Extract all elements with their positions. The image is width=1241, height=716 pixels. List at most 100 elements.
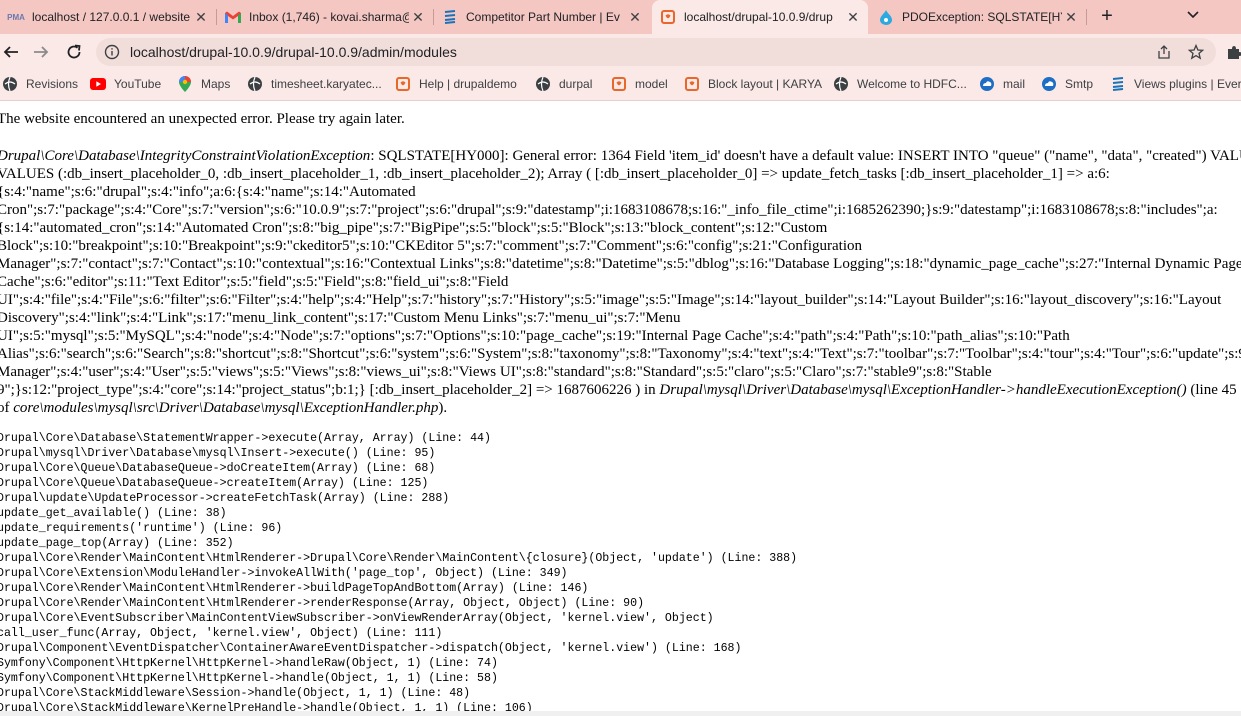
trace-line: Drupal\Core\Database\StatementWrapper->e… [0, 432, 491, 445]
exception-text: {s:14:"automated_cron";s:14:"Automated C… [0, 220, 828, 236]
cloud-mail-icon [1041, 76, 1057, 92]
close-icon[interactable]: ✕ [844, 9, 862, 26]
exception-line: Alias";s:6:"search";s:6:"Search";s:8:"sh… [0, 345, 1241, 363]
bookmark-model[interactable]: model [611, 75, 668, 93]
exception-line: Discovery";s:4:"link";s:4:"Link";s:17:"m… [0, 309, 1241, 327]
tab-gmail[interactable]: Inbox (1,746) - kovai.sharma@ ✕ [217, 0, 433, 34]
bookmark-label: Smtp [1065, 77, 1094, 91]
bookmark-label: Welcome to HDFC... [857, 77, 967, 91]
exception-text: UI";s:4:"file";s:4:"File";s:6:"filter";s… [0, 292, 1222, 308]
address-url: localhost/drupal-10.0.9/drupal-10.0.9/ad… [130, 44, 457, 60]
bookmark-label: timesheet.karyatec... [271, 77, 382, 91]
close-icon[interactable]: ✕ [192, 9, 210, 26]
tab-phpmyadmin[interactable]: PMA localhost / 127.0.0.1 / website ✕ [0, 0, 216, 34]
exception-text: Drupal\mysql\Driver\Database\mysql\Excep… [659, 382, 1187, 398]
reload-icon [67, 44, 81, 59]
exception-text: of [0, 400, 10, 416]
bookmark-maps[interactable]: Maps [177, 75, 230, 93]
exception-text: Block";s:10:"breakpoint";s:10:"Breakpoin… [0, 238, 862, 254]
exception-line: Cache";s:6:"editor";s:11:"Text Editor";s… [0, 273, 1241, 291]
bookmark-smtp[interactable]: Smtp [1041, 75, 1093, 93]
bookmark-durpal[interactable]: durpal [535, 75, 592, 93]
star-icon[interactable] [1187, 43, 1205, 60]
map-pin-icon [177, 76, 193, 92]
back-button[interactable] [0, 41, 22, 63]
bookmark-label: model [635, 77, 668, 91]
trace-line: Symfony\Component\HttpKernel\HttpKernel-… [0, 672, 498, 685]
drupal-square-icon [660, 9, 676, 25]
tab-localhost-drupal[interactable]: localhost/drupal-10.0.9/drup ✕ [652, 0, 868, 34]
exception-text: (line 45 [1186, 382, 1237, 398]
exception-text: Manager";s:7:"contact";s:7:"Contact";s:1… [0, 256, 1241, 272]
close-icon[interactable]: ✕ [626, 9, 644, 26]
bookmark-label: Views plugins | Ever... [1134, 77, 1241, 91]
exception-text: Cache";s:6:"editor";s:11:"Text Editor";s… [0, 274, 509, 290]
drupal-square-icon [684, 76, 700, 92]
share-icon[interactable] [1156, 44, 1172, 60]
exception-line: of core\modules\mysql\src\Driver\Databas… [0, 399, 1241, 417]
bookmark-mail[interactable]: mail [979, 75, 1025, 93]
bookmark-views-plugins[interactable]: Views plugins | Ever... [1110, 75, 1241, 93]
trace-line: update_page_top(Array) (Line: 352) [0, 537, 234, 550]
exception-text: Manager";s:4:"user";s:4:"User";s:5:"view… [0, 364, 992, 380]
exception-line: UI";s:4:"file";s:4:"File";s:6:"filter";s… [0, 291, 1241, 309]
exception-line: 9";}s:12:"project_type";s:4:"core";s:14:… [0, 381, 1241, 399]
tab-title: Inbox (1,746) - kovai.sharma@ [249, 10, 409, 24]
bookmark-label: durpal [559, 77, 593, 91]
exception-line: UI";s:5:"mysql";s:5:"MySQL";s:4:"node";s… [0, 327, 1241, 345]
trace-line: Drupal\Core\Render\MainContent\HtmlRende… [0, 552, 798, 565]
error-message: The website encountered an unexpected er… [0, 111, 405, 127]
exception-line: {s:14:"automated_cron";s:14:"Automated C… [0, 219, 1241, 237]
tab-competitor-part-number[interactable]: Competitor Part Number | Ev ✕ [434, 0, 650, 34]
bookmark-hdfc[interactable]: Welcome to HDFC... [833, 75, 967, 93]
bookmark-label: Block layout | KARYA [708, 77, 823, 91]
exception-text: Discovery";s:4:"link";s:4:"Link";s:17:"m… [0, 310, 681, 326]
exception-text: 9";}s:12:"project_type";s:4:"core";s:14:… [0, 382, 660, 398]
youtube-icon [90, 76, 106, 92]
bookmark-timesheet[interactable]: timesheet.karyatec... [247, 75, 382, 93]
close-icon[interactable]: ✕ [1062, 9, 1080, 26]
globe-icon [247, 76, 263, 92]
tab-separator [1086, 9, 1087, 25]
tab-title: PDOException: SQLSTATE[HY [902, 10, 1062, 24]
reload-button[interactable] [63, 41, 85, 63]
exception-text: VALUES (:db_insert_placeholder_0, :db_in… [0, 166, 1110, 182]
trace-line: Drupal\Core\Extension\ModuleHandler->inv… [0, 567, 568, 580]
exception-line: VALUES (:db_insert_placeholder_0, :db_in… [0, 165, 1241, 183]
exception-message: Drupal\Core\Database\IntegrityConstraint… [0, 147, 1241, 417]
bookmark-help-drupaldemo[interactable]: Help | drupaldemo [395, 75, 517, 93]
views-icon [442, 9, 458, 25]
bookmark-block-layout[interactable]: Block layout | KARYA [684, 75, 822, 93]
trace-line: Drupal\Core\Render\MainContent\HtmlRende… [0, 597, 645, 610]
bookmark-revisions[interactable]: Revisions [2, 75, 78, 93]
info-icon[interactable] [104, 44, 120, 60]
drupal-square-icon [395, 76, 411, 92]
bookmark-youtube[interactable]: YouTube [90, 75, 161, 93]
extensions-icon[interactable] [1226, 44, 1241, 60]
bookmark-label: Maps [201, 77, 231, 91]
exception-line: Cron";s:7:"package";s:4:"Core";s:7:"vers… [0, 201, 1241, 219]
bookmark-label: YouTube [114, 77, 162, 91]
chevron-down-icon[interactable] [1185, 6, 1201, 22]
arrow-left-icon [3, 46, 18, 58]
tab-title: Competitor Part Number | Ev [466, 10, 620, 24]
trace-line: update_requirements('runtime') (Line: 96… [0, 522, 283, 535]
globe-icon [535, 76, 551, 92]
tab-title: localhost / 127.0.0.1 / website [32, 10, 191, 24]
trace-line: Drupal\update\UpdateProcessor->createFet… [0, 492, 450, 505]
new-tab-button[interactable]: + [1096, 5, 1118, 27]
close-icon[interactable]: ✕ [409, 9, 427, 26]
exception-text: : SQLSTATE[HY000]: General error: 1364 F… [370, 148, 1241, 164]
forward-button[interactable] [30, 41, 52, 63]
drupal-square-icon [611, 76, 627, 92]
exception-line: {s:4:"name";s:6:"drupal";s:4:"info";a:6:… [0, 183, 1241, 201]
tab-pdoexception[interactable]: PDOException: SQLSTATE[HY ✕ [870, 0, 1086, 34]
exception-line: Drupal\Core\Database\IntegrityConstraint… [0, 147, 1241, 165]
exception-line: Manager";s:7:"contact";s:7:"Contact";s:1… [0, 255, 1241, 273]
exception-text: Drupal\Core\Database\IntegrityConstraint… [0, 148, 371, 164]
horizontal-scrollbar[interactable] [0, 711, 1241, 716]
views-icon [1110, 76, 1126, 92]
exception-text: {s:4:"name";s:6:"drupal";s:4:"info";a:6:… [0, 184, 416, 200]
exception-text: ). [438, 400, 448, 416]
globe-icon [833, 76, 849, 92]
